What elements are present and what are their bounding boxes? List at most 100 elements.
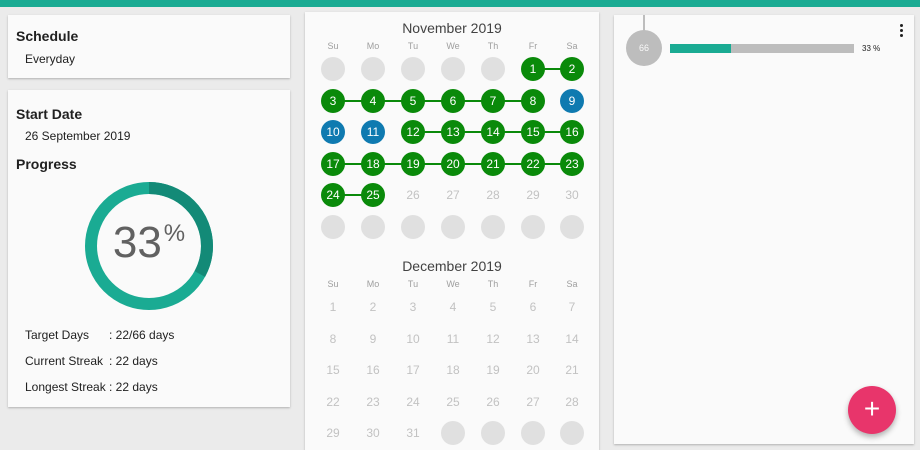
calendar-day[interactable]: 5 (481, 295, 505, 319)
calendar-day[interactable]: 28 (560, 390, 584, 414)
calendar-day[interactable]: 13 (521, 327, 545, 351)
calendar-day[interactable]: 19 (481, 358, 505, 382)
calendar-day[interactable]: 15 (321, 358, 345, 382)
calendar-day[interactable]: 24 (401, 390, 425, 414)
top-bar (0, 0, 920, 7)
calendar-day[interactable] (401, 57, 425, 81)
calendar-day[interactable]: 30 (560, 183, 584, 207)
longest-streak-value: : 22 days (109, 380, 158, 394)
calendar-day[interactable] (481, 214, 505, 239)
calendar-day[interactable] (560, 214, 584, 239)
weekday-label: Su (327, 41, 339, 51)
weekday-label: We (446, 41, 460, 51)
calendar-day[interactable]: 22 (521, 151, 545, 176)
calendar-day[interactable] (481, 57, 505, 81)
calendar-day[interactable]: 23 (361, 390, 385, 414)
target-days-value: : 22/66 days (109, 328, 175, 342)
calendar-day[interactable]: 26 (401, 183, 425, 207)
calendar-day[interactable] (401, 214, 425, 239)
calendar-day[interactable] (321, 57, 345, 81)
calendar-day[interactable]: 2 (361, 295, 385, 319)
calendar-day[interactable]: 4 (441, 295, 465, 319)
calendar-day[interactable]: 16 (361, 358, 385, 382)
calendar-day[interactable]: 18 (361, 151, 385, 176)
calendar-day[interactable]: 13 (441, 120, 465, 144)
calendar-day[interactable] (521, 214, 545, 239)
calendar-day[interactable]: 10 (321, 120, 345, 144)
calendar-day[interactable]: 29 (321, 421, 345, 445)
calendar-day[interactable]: 5 (401, 88, 425, 113)
calendar-day[interactable]: 1 (321, 295, 345, 319)
calendar-day[interactable]: 3 (321, 88, 345, 113)
calendar-day[interactable]: 9 (361, 327, 385, 351)
calendar-day[interactable]: 29 (521, 183, 545, 207)
calendar-day[interactable] (441, 421, 465, 445)
calendar-day[interactable]: 11 (361, 120, 385, 144)
weekday-label: Tu (407, 279, 419, 289)
calendar-card[interactable]: November 2019 Su Mo Tu We Th Fr Sa 1 2 3 4 5 6 7 8 9 10 11… (305, 12, 599, 450)
calendar-day[interactable]: 6 (441, 88, 465, 113)
calendar-day[interactable]: 10 (401, 327, 425, 351)
calendar-day[interactable]: 27 (441, 183, 465, 207)
calendar-day[interactable] (441, 214, 465, 239)
calendar-day[interactable]: 24 (321, 183, 345, 207)
calendar-day[interactable]: 8 (521, 88, 545, 113)
calendar-day[interactable]: 21 (481, 151, 505, 176)
calendar-day[interactable]: 25 (361, 183, 385, 207)
calendar-day[interactable]: 19 (401, 151, 425, 176)
calendar-day[interactable]: 7 (560, 295, 584, 319)
calendar-day[interactable]: 22 (321, 390, 345, 414)
calendar-day[interactable]: 3 (401, 295, 425, 319)
calendar-day[interactable]: 8 (321, 327, 345, 351)
calendar-day[interactable] (481, 421, 505, 445)
calendar-day[interactable]: 17 (401, 358, 425, 382)
calendar-day[interactable]: 28 (481, 183, 505, 207)
calendar-day[interactable]: 12 (401, 120, 425, 144)
current-streak-label: Current Streak (25, 354, 104, 368)
calendar-day[interactable]: 15 (521, 120, 545, 144)
calendar-day[interactable]: 23 (560, 151, 584, 176)
calendar-day[interactable]: 17 (321, 151, 345, 176)
target-days-label: Target Days (25, 328, 90, 342)
habit-progress-bar (670, 44, 854, 53)
month-title: December 2019 (402, 258, 502, 274)
weekday-label: We (446, 279, 460, 289)
weekday-label: Su (327, 279, 339, 289)
more-menu-icon[interactable] (900, 24, 904, 38)
weekday-label: Th (487, 279, 499, 289)
calendar-day[interactable] (521, 421, 545, 445)
calendar-day[interactable]: 12 (481, 327, 505, 351)
calendar-day[interactable]: 30 (361, 421, 385, 445)
calendar-day[interactable]: 20 (521, 358, 545, 382)
longest-streak-label: Longest Streak (25, 380, 106, 394)
start-date-title: Start Date (16, 106, 83, 122)
calendar-day[interactable] (361, 214, 385, 239)
calendar-day[interactable]: 16 (560, 120, 584, 144)
calendar-day[interactable] (361, 57, 385, 81)
calendar-day[interactable]: 6 (521, 295, 545, 319)
progress-card: Start Date 26 September 2019 Progress 33… (8, 90, 290, 407)
calendar-day[interactable] (441, 57, 465, 81)
calendar-day[interactable]: 14 (481, 120, 505, 144)
calendar-day[interactable] (321, 214, 345, 239)
calendar-day[interactable]: 7 (481, 88, 505, 113)
calendar-day[interactable] (560, 421, 584, 445)
calendar-day[interactable]: 11 (441, 327, 465, 351)
calendar-day[interactable]: 1 (521, 57, 545, 81)
calendar-day[interactable]: 20 (441, 151, 465, 176)
weekday-label: Sa (566, 279, 578, 289)
calendar-day[interactable]: 4 (361, 88, 385, 113)
calendar-day[interactable]: 31 (401, 421, 425, 445)
calendar-day[interactable]: 21 (560, 358, 584, 382)
calendar-day[interactable]: 14 (560, 327, 584, 351)
habit-card[interactable]: 66 33 % (614, 15, 914, 444)
calendar-day[interactable]: 2 (560, 57, 584, 81)
add-fab-button[interactable]: + (848, 386, 896, 434)
calendar-day[interactable]: 27 (521, 390, 545, 414)
target-avatar: 66 (626, 30, 662, 66)
calendar-day[interactable]: 18 (441, 358, 465, 382)
calendar-day[interactable]: 25 (441, 390, 465, 414)
calendar-day[interactable]: 26 (481, 390, 505, 414)
calendar-day[interactable]: 9 (560, 88, 584, 113)
weekday-label: Fr (528, 41, 538, 51)
